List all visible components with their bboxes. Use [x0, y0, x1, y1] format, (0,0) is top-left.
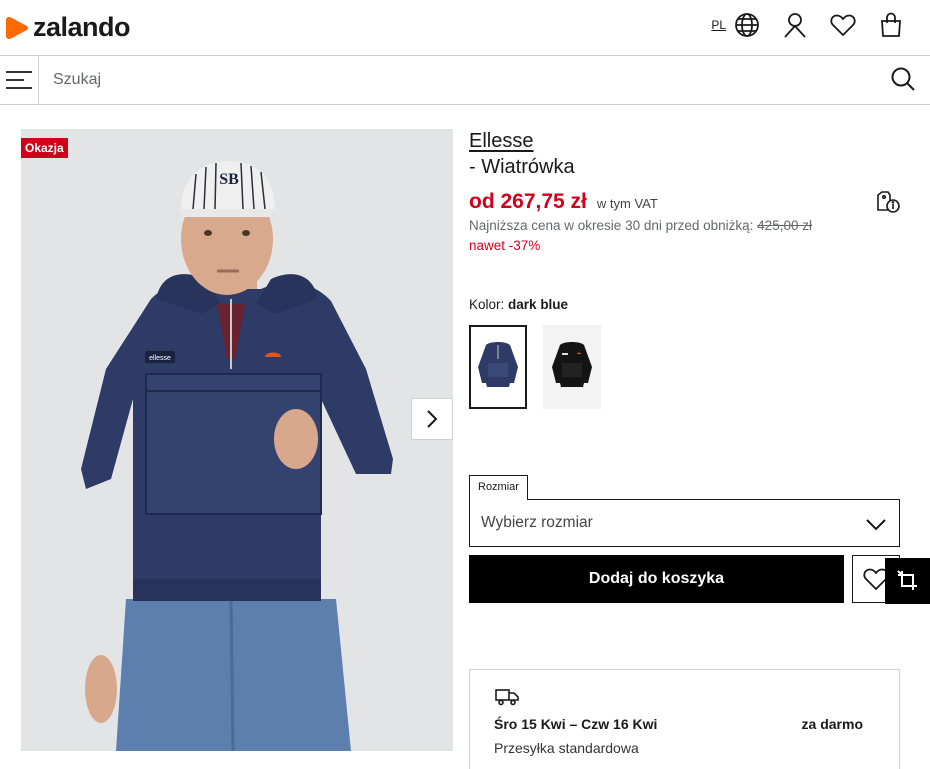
size-dropdown[interactable]: Wybierz rozmiar [469, 499, 900, 547]
color-swatch-black[interactable] [543, 325, 601, 409]
lowest-price-prefix: Najniższa cena w okresie 30 dni przed ob… [469, 218, 754, 233]
discount-text: nawet -37% [469, 238, 541, 253]
jacket-thumbnail-black [552, 342, 592, 387]
size-placeholder: Wybierz rozmiar [481, 514, 593, 531]
price-row: od 267,75 zł w tym VAT [469, 190, 658, 214]
brand-link[interactable]: Ellesse [469, 130, 533, 153]
chevron-down-icon [866, 519, 886, 531]
search-icon[interactable] [890, 66, 916, 97]
delivery-type: Przesyłka standardowa [494, 740, 639, 756]
color-label-prefix: Kolor: [469, 297, 505, 312]
delivery-date: Śro 15 Kwi – Czw 16 Kwi [494, 716, 658, 732]
globe-icon[interactable] [732, 10, 762, 40]
svg-text:SB: SB [219, 171, 239, 188]
lowest-price-info: Najniższa cena w okresie 30 dni przed ob… [469, 218, 812, 233]
logo-text: zalando [33, 12, 131, 42]
next-image-button[interactable] [411, 398, 453, 440]
model-wearing-jacket-image: ellesse SB [21, 129, 453, 751]
color-label: Kolor: dark blue [469, 297, 568, 312]
top-header: zalando PL [0, 0, 930, 56]
feedback-floating-button[interactable] [885, 558, 930, 604]
header-actions: PL [711, 10, 906, 40]
color-swatch-dark-blue[interactable] [469, 325, 527, 409]
bag-icon[interactable] [876, 10, 906, 40]
crop-feedback-icon [896, 570, 917, 590]
user-icon[interactable] [780, 10, 810, 40]
menu-icon[interactable] [0, 56, 39, 104]
heart-icon[interactable] [828, 10, 858, 40]
svg-text:ellesse: ellesse [149, 355, 171, 362]
zalando-logo-mark-icon [6, 16, 28, 39]
language-code[interactable]: PL [711, 18, 726, 32]
product-name: - Wiatrówka [469, 156, 575, 178]
add-to-cart-button[interactable]: Dodaj do koszyka [469, 555, 844, 603]
delivery-price: za darmo [801, 716, 863, 732]
price-tag-info-icon[interactable] [875, 188, 901, 219]
zalando-logo[interactable]: zalando [5, 12, 131, 43]
jacket-thumbnail-dark-blue [478, 342, 518, 387]
delivery-info-box: Śro 15 Kwi – Czw 16 Kwi za darmo Przesył… [469, 669, 900, 769]
delivery-truck-icon [495, 689, 519, 706]
search-bar [0, 56, 930, 105]
product-price: od 267,75 zł [469, 190, 587, 213]
vat-note: w tym VAT [596, 196, 658, 211]
search-input[interactable] [40, 56, 880, 104]
product-image[interactable]: ellesse SB [21, 129, 453, 751]
lowest-price-value: 425,00 zł [757, 218, 812, 233]
color-value: dark blue [508, 297, 569, 312]
chevron-right-icon [427, 410, 438, 428]
sale-badge: Okazja [21, 138, 68, 158]
size-tag-label: Rozmiar [469, 475, 528, 500]
